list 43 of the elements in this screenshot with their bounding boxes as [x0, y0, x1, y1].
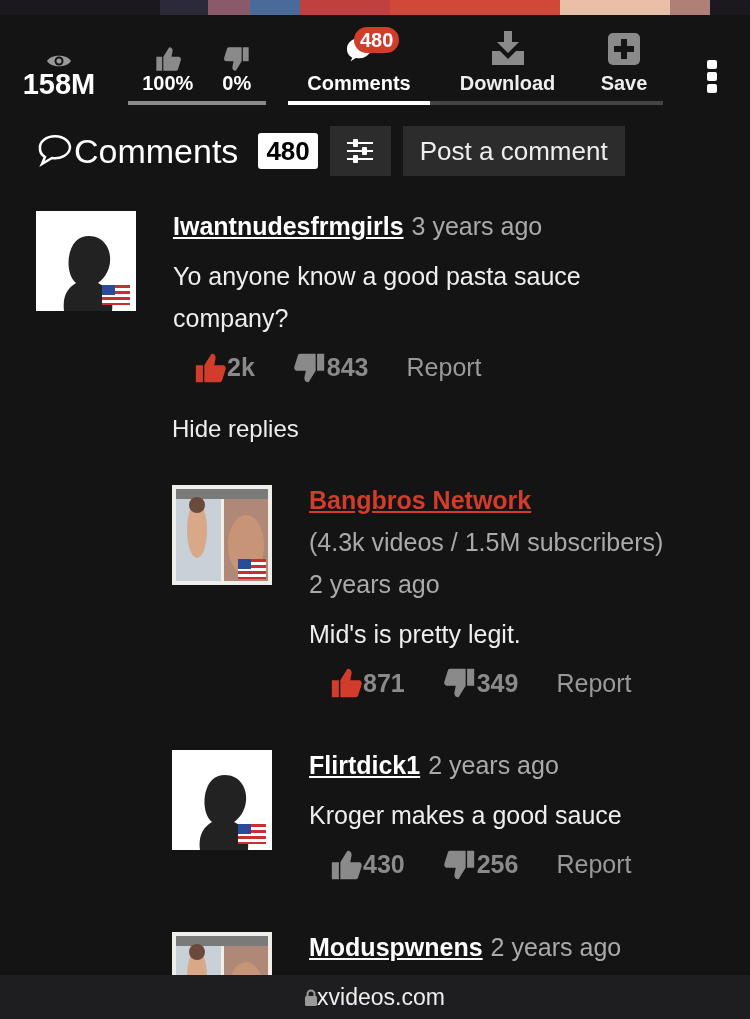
address-bar[interactable]: xvideos.com [0, 975, 750, 1019]
dislike-percentage: 0% [222, 73, 252, 93]
sliders-icon [347, 139, 374, 163]
section-title: Comments [74, 134, 239, 168]
hide-replies-link[interactable]: Hide replies [172, 410, 299, 447]
channel-stats: (4.3k videos / 1.5M subscribers) [309, 526, 664, 558]
like-button[interactable]: 871 [329, 664, 405, 702]
author-link[interactable]: Moduspwnens [309, 925, 483, 968]
report-link[interactable]: Report [556, 664, 632, 702]
comment-text: Mid's is pretty legit. [309, 618, 522, 650]
more-icon [706, 59, 718, 93]
tab[interactable]: Save [585, 23, 663, 105]
filter-button[interactable] [329, 126, 391, 176]
tab[interactable]: Download [430, 23, 585, 105]
count-badge: 480 [354, 27, 400, 53]
like-percentage: 100% [142, 73, 194, 93]
comment-time: 2 years ago [309, 568, 440, 600]
report-link[interactable]: Report [406, 349, 482, 387]
thumbs-down-icon [221, 45, 252, 73]
url-text: xvideos.com [317, 982, 445, 1012]
dislike-button[interactable]: 843 [292, 349, 369, 387]
comment-time: 2 years ago [428, 750, 559, 781]
dislike-button[interactable]: 349 [442, 664, 519, 702]
more-menu-button[interactable] [706, 59, 718, 93]
speech-bubble-icon [36, 134, 74, 168]
lock-icon [305, 988, 318, 1006]
comment-count: 480 [258, 133, 318, 169]
author-link[interactable]: Bangbros Network [309, 478, 532, 521]
comment-time: 2 years ago [490, 931, 622, 963]
plus-square-icon [608, 33, 640, 65]
author-link[interactable]: Flirtdick1 [309, 744, 421, 786]
tab[interactable]: 480 Comments [288, 23, 430, 105]
author-link[interactable]: Iwantnudesfrmgirls [173, 205, 404, 247]
like-button[interactable]: 2k [193, 349, 255, 387]
like-button[interactable]: 430 [329, 846, 405, 884]
dislike-button[interactable]: 256 [442, 846, 519, 884]
download-icon [489, 31, 526, 65]
post-comment-button[interactable]: Post a comment [402, 126, 625, 176]
comment-text: Kroger makes a good sauce [309, 800, 623, 831]
comment-text: Yo anyone know a good pasta sauce company? [173, 261, 582, 334]
report-link[interactable]: Report [556, 846, 632, 884]
view-count: 158M [22, 70, 96, 99]
comment-time: 3 years ago [411, 211, 543, 242]
